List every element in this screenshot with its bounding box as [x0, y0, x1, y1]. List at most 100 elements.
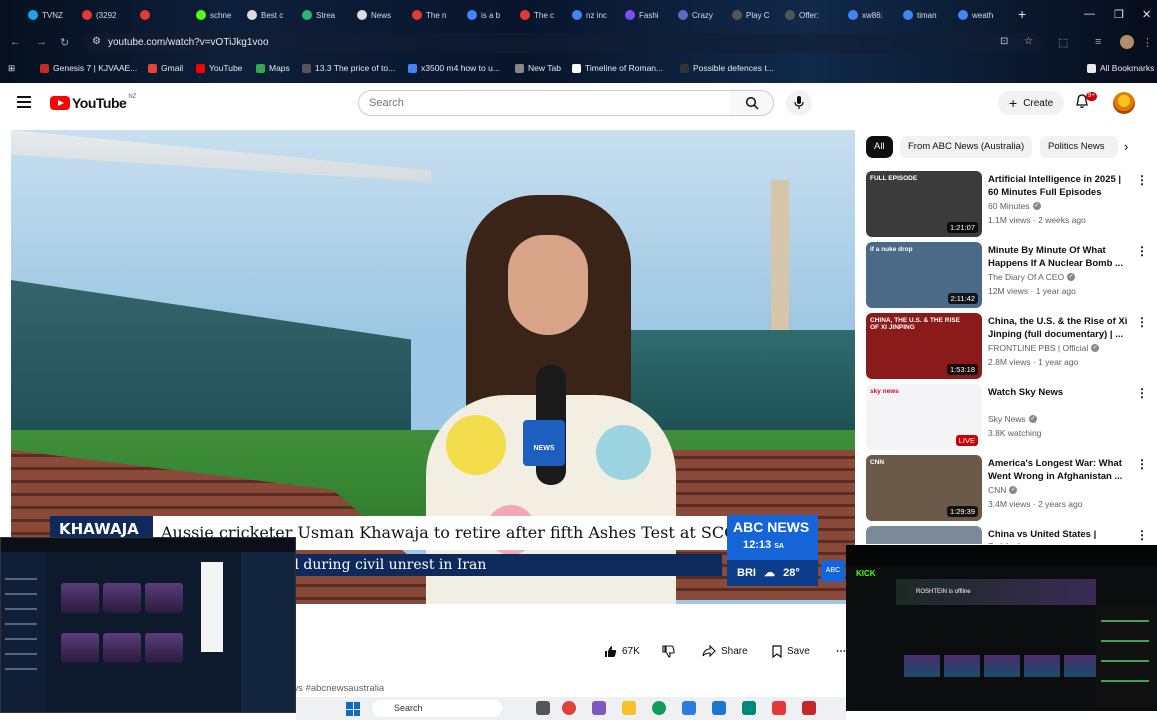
- browser-tab[interactable]: News: [357, 6, 391, 24]
- channel-name[interactable]: 60 Minutes ✓: [988, 201, 1041, 211]
- create-button[interactable]: + Create: [998, 91, 1065, 115]
- browser-tab[interactable]: schne: [196, 6, 231, 24]
- bookmark-item[interactable]: Genesis 7 | KJVAAE...: [40, 63, 137, 73]
- video-thumbnail[interactable]: CNN 1:29:39: [866, 455, 982, 521]
- video-thumbnail[interactable]: CHINA, THE U.S. & THE RISE OF XI JINPING…: [866, 313, 982, 379]
- more-options-icon[interactable]: ⋮: [1136, 386, 1148, 400]
- video-hashtags[interactable]: ews #abcnewsaustralia: [286, 683, 384, 694]
- channel-name[interactable]: The Diary Of A CEO ✓: [988, 272, 1076, 282]
- app-icon-3[interactable]: [712, 701, 726, 715]
- recommended-video[interactable]: China vs United States | Behind ⋮: [866, 526, 1151, 544]
- app-icon-6[interactable]: [802, 701, 816, 715]
- account-avatar[interactable]: [1113, 92, 1135, 114]
- forward-icon[interactable]: →: [36, 36, 47, 48]
- recommended-video[interactable]: FULL EPISODE 1:21:07 Artificial Intelligen…: [866, 171, 1151, 237]
- back-icon[interactable]: ←: [10, 36, 21, 48]
- maximize-icon[interactable]: ❐: [1114, 8, 1124, 21]
- video-player[interactable]: NEWS KHAWAJA Aussie cricketer Usman Khaw…: [11, 130, 855, 604]
- search-button[interactable]: [730, 90, 774, 116]
- file-explorer-icon[interactable]: [622, 701, 636, 715]
- video-title[interactable]: China, the U.S. & the Rise of Xi Jinping…: [988, 315, 1130, 341]
- chip-all[interactable]: All: [866, 136, 893, 158]
- url-text[interactable]: youtube.com/watch?v=vOTiJkg1voo: [108, 37, 269, 48]
- profile-icon[interactable]: [1120, 35, 1134, 49]
- recommended-video[interactable]: CNN 1:29:39 America's Longest War: What We…: [866, 455, 1151, 521]
- bookmark-item[interactable]: New Tab: [515, 63, 561, 73]
- hamburger-menu-icon[interactable]: [17, 96, 31, 108]
- more-options-icon[interactable]: ⋮: [1136, 457, 1148, 471]
- app-icon[interactable]: [592, 701, 606, 715]
- minimize-icon[interactable]: —: [1084, 8, 1095, 20]
- bookmark-star-icon[interactable]: ☆: [1024, 36, 1033, 47]
- more-options-icon[interactable]: ⋮: [1136, 528, 1148, 542]
- video-title[interactable]: Artificial Intelligence in 2025 | 60 Min…: [988, 173, 1130, 199]
- video-title[interactable]: Minute By Minute Of What Happens If A Nu…: [988, 244, 1130, 270]
- new-tab-icon[interactable]: +: [1018, 6, 1026, 22]
- channel-name[interactable]: Sky News ✓: [988, 414, 1037, 424]
- install-icon[interactable]: ⊡: [1000, 36, 1008, 47]
- browser-tab[interactable]: xw86:: [848, 6, 883, 24]
- browser-tab[interactable]: timan: [903, 6, 937, 24]
- all-bookmarks[interactable]: All Bookmarks: [1087, 63, 1154, 73]
- browser-tab[interactable]: nz inc: [572, 6, 607, 24]
- video-thumbnail[interactable]: FULL EPISODE 1:21:07: [866, 171, 982, 237]
- browser-tab[interactable]: The n: [412, 6, 446, 24]
- video-title[interactable]: Watch Sky News: [988, 386, 1130, 399]
- more-options-icon[interactable]: ⋮: [1136, 173, 1148, 187]
- apps-grid-icon[interactable]: ⊞: [8, 63, 15, 74]
- bookmark-item[interactable]: Timeline of Roman...: [572, 63, 663, 73]
- windows-start-icon[interactable]: [346, 702, 360, 716]
- dislike-button[interactable]: [662, 638, 675, 664]
- video-thumbnail[interactable]: if a nuke drop 2:11:42: [866, 242, 982, 308]
- casino-stream-window[interactable]: [0, 537, 296, 713]
- bookmark-item[interactable]: x3500 m4 how to u...: [408, 63, 500, 73]
- video-thumbnail[interactable]: sky news LIVE: [866, 384, 982, 450]
- task-view-icon[interactable]: [536, 701, 550, 715]
- browser-tab[interactable]: Fashi: [625, 6, 659, 24]
- more-actions-icon[interactable]: ⋯: [836, 638, 846, 664]
- bookmark-item[interactable]: 13.3 The price of to...: [302, 63, 395, 73]
- more-options-icon[interactable]: ⋮: [1136, 244, 1148, 258]
- browser-tab[interactable]: [140, 6, 154, 24]
- browser-tab[interactable]: is a b: [467, 6, 500, 24]
- site-info-icon[interactable]: ⚙: [92, 36, 101, 47]
- recommended-video[interactable]: CHINA, THE U.S. & THE RISE OF XI JINPING…: [866, 313, 1151, 379]
- bookmark-item[interactable]: Maps: [256, 63, 290, 73]
- bookmark-item[interactable]: Possible defences t...: [680, 63, 774, 73]
- address-bar[interactable]: ⚙ youtube.com/watch?v=vOTiJkg1voo ⊡ ☆: [84, 33, 1042, 53]
- bookmark-item[interactable]: Gmail: [148, 63, 183, 73]
- browser-tab[interactable]: The c: [520, 6, 554, 24]
- recommended-video[interactable]: if a nuke drop 2:11:42 Minute By Minute Of…: [866, 242, 1151, 308]
- save-button[interactable]: Save: [772, 638, 810, 664]
- browser-tab[interactable]: (3292: [82, 6, 116, 24]
- browser-tab[interactable]: Strea: [302, 6, 335, 24]
- app-icon-2[interactable]: [682, 701, 696, 715]
- video-title[interactable]: China vs United States | Behind: [988, 528, 1130, 544]
- video-thumbnail[interactable]: [866, 526, 982, 544]
- browser-tab[interactable]: weath: [958, 6, 993, 24]
- recommended-video[interactable]: sky news LIVE Watch Sky News Sky News ✓ 3.8K …: [866, 384, 1151, 450]
- browser-tab[interactable]: Crazy: [678, 6, 713, 24]
- bookmark-item[interactable]: YouTube: [196, 63, 242, 73]
- chrome-icon[interactable]: [562, 701, 576, 715]
- browser-menu-icon[interactable]: ⋮: [1142, 36, 1153, 49]
- chip-from-abc[interactable]: From ABC News (Australia): [900, 136, 1033, 158]
- taskbar-search[interactable]: Search: [372, 700, 502, 717]
- browser-tab[interactable]: Offer:: [785, 6, 819, 24]
- reload-icon[interactable]: ↻: [60, 36, 69, 49]
- browser-tab[interactable]: Play C: [732, 6, 770, 24]
- app-icon-5[interactable]: [772, 701, 786, 715]
- voice-search-button[interactable]: [786, 90, 812, 116]
- channel-name[interactable]: CNN ✓: [988, 485, 1018, 495]
- edge-icon[interactable]: [652, 701, 666, 715]
- chevron-right-icon[interactable]: ›: [1124, 139, 1128, 154]
- browser-tab[interactable]: Best c: [247, 6, 283, 24]
- extensions-icon[interactable]: ⬚: [1058, 36, 1068, 49]
- channel-name[interactable]: FRONTLINE PBS | Official ✓: [988, 343, 1100, 353]
- kick-stream-window[interactable]: KICK ROSHTEIN is offline: [846, 545, 1157, 711]
- chip-politics[interactable]: Politics News: [1040, 136, 1118, 158]
- search-input[interactable]: Search: [358, 90, 731, 116]
- share-button[interactable]: Share: [702, 638, 748, 664]
- more-options-icon[interactable]: ⋮: [1136, 315, 1148, 329]
- youtube-logo[interactable]: YouTube NZ: [50, 94, 136, 111]
